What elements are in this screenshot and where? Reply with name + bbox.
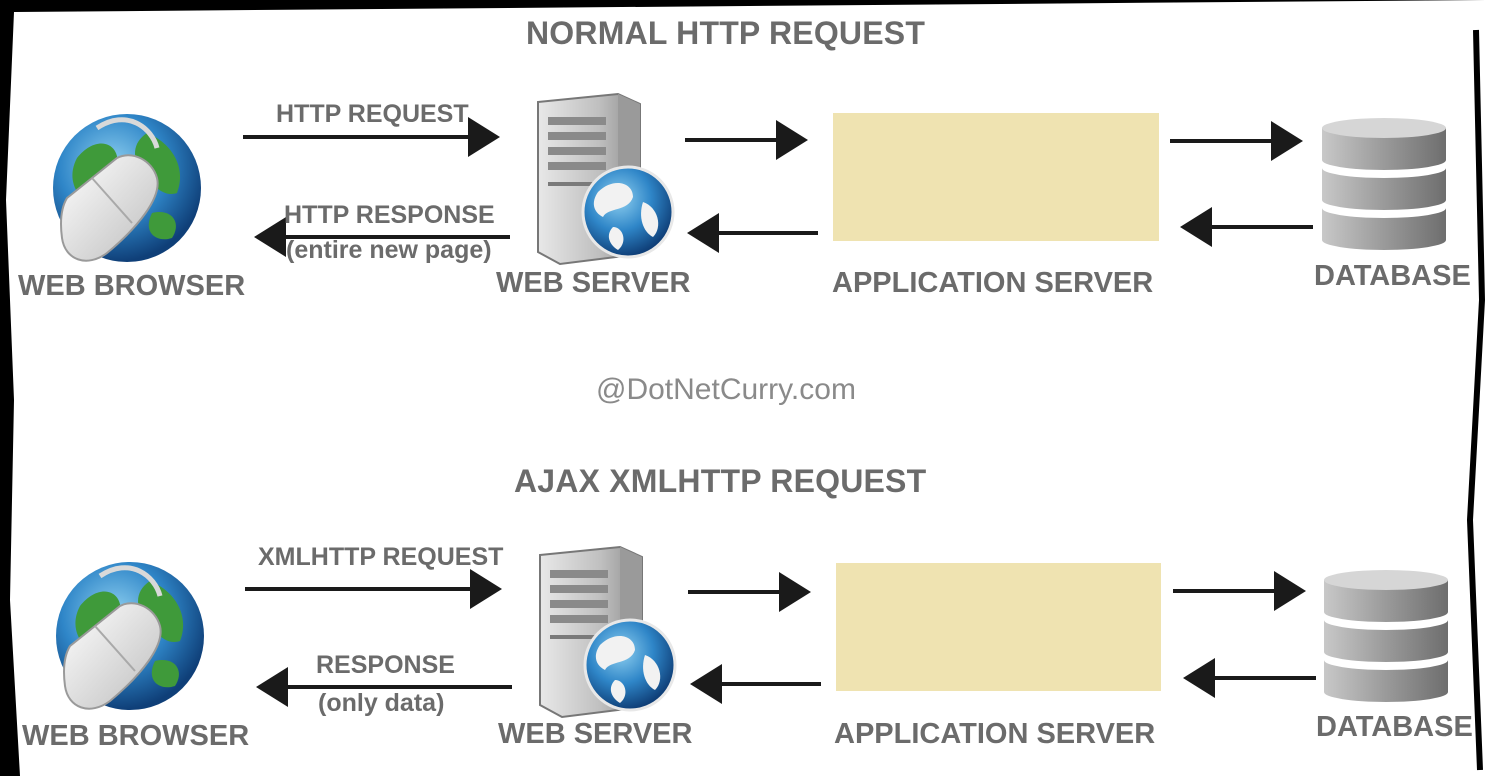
web-server-label: WEB SERVER (496, 267, 691, 299)
section-title: AJAX XMLHTTP REQUEST (514, 463, 927, 499)
response-sublabel: (only data) (318, 689, 445, 717)
web-browser-label: WEB BROWSER (22, 720, 250, 752)
application-server-label: APPLICATION SERVER (834, 718, 1156, 750)
section-title: NORMAL HTTP REQUEST (526, 15, 926, 51)
request-label: HTTP REQUEST (276, 100, 469, 128)
response-label: RESPONSE (316, 651, 455, 679)
database-label: DATABASE (1314, 260, 1471, 292)
response-sublabel: (entire new page) (286, 236, 492, 264)
web-server-label: WEB SERVER (498, 718, 693, 750)
web-browser-icon (56, 562, 204, 710)
response-label: HTTP RESPONSE (284, 201, 495, 229)
watermark: @DotNetCurry.com (596, 373, 856, 406)
application-server-box (836, 563, 1161, 691)
request-label: XMLHTTP REQUEST (258, 543, 504, 571)
database-icon (1322, 118, 1446, 250)
database-label: DATABASE (1316, 711, 1473, 743)
web-browser-label: WEB BROWSER (18, 270, 246, 302)
web-browser-icon (53, 114, 201, 262)
database-icon (1324, 570, 1448, 702)
application-server-box (833, 113, 1159, 241)
application-server-label: APPLICATION SERVER (832, 267, 1154, 299)
